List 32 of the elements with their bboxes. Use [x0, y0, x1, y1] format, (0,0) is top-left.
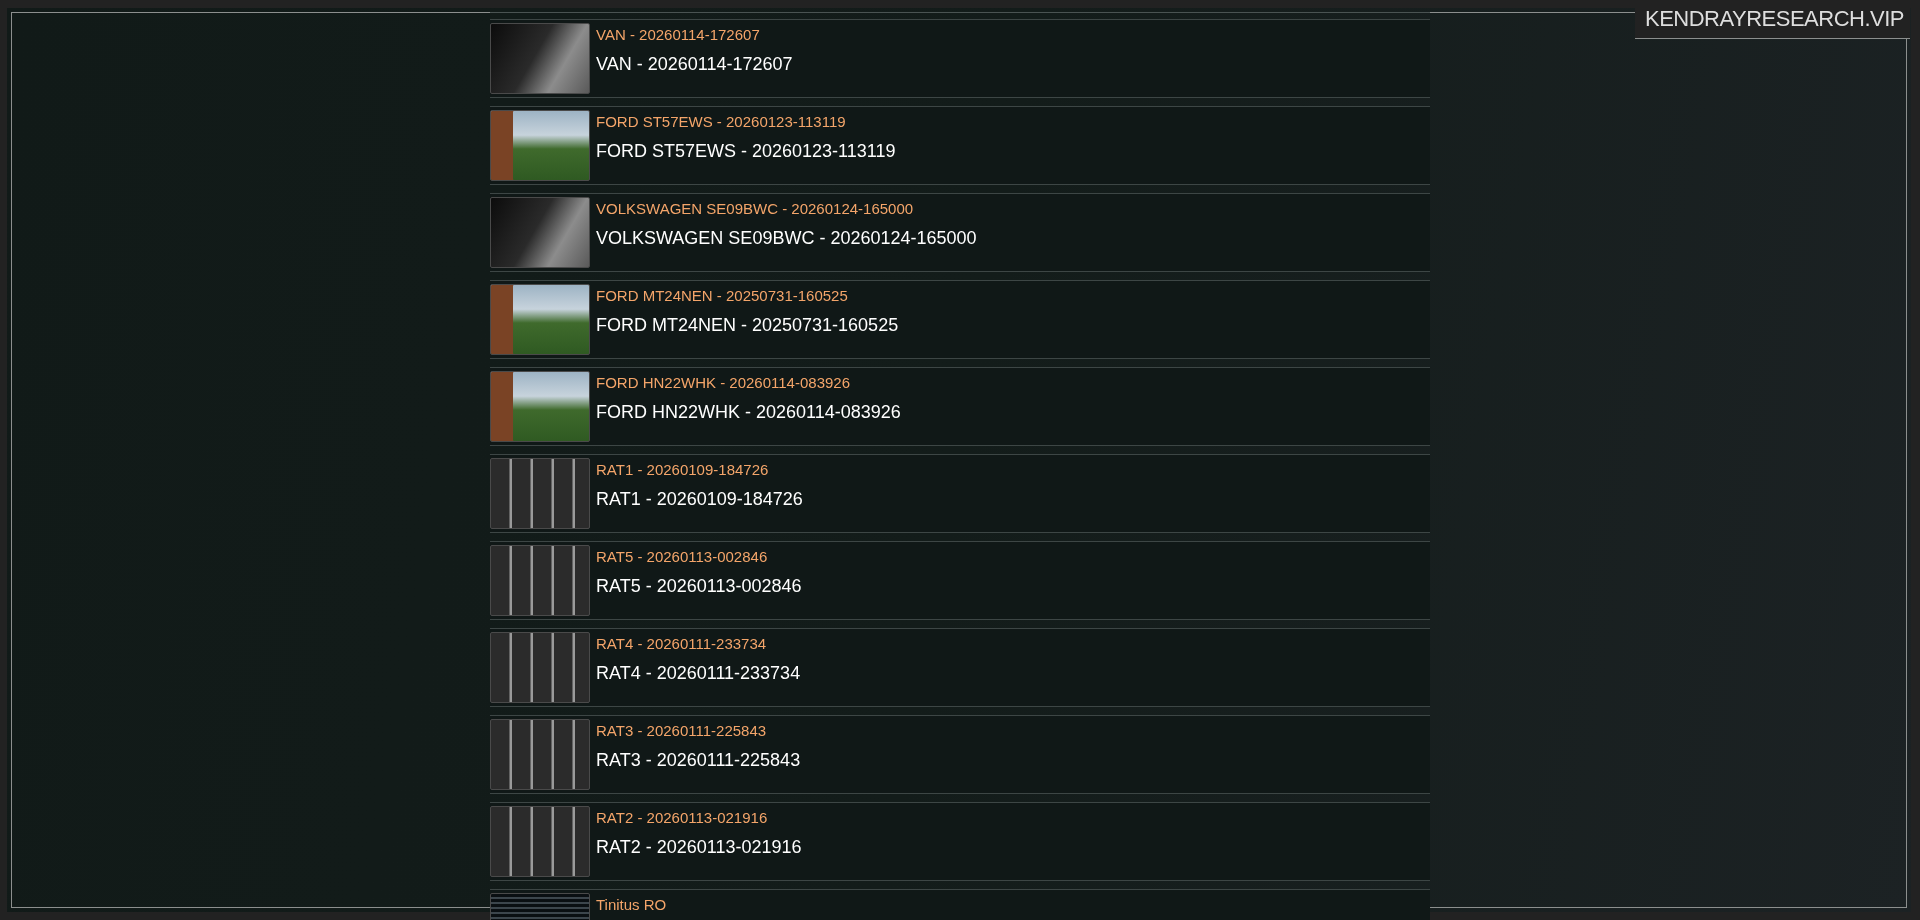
- recording-name: VOLKSWAGEN SE09BWC - 20260124-165000: [596, 228, 977, 248]
- recording-name: FORD HN22WHK - 20260114-083926: [596, 402, 901, 422]
- recording-row[interactable]: RAT1 - 20260109-184726 RAT1 - 20260109-184726: [490, 454, 1430, 533]
- recording-title[interactable]: RAT1 - 20260109-184726: [596, 461, 803, 479]
- recording-name: FORD MT24NEN - 20250731-160525: [596, 315, 899, 335]
- recording-title[interactable]: RAT4 - 20260111-233734: [596, 635, 801, 653]
- recording-name: RAT5 - 20260113-002846: [596, 576, 802, 596]
- recording-row[interactable]: FORD MT24NEN - 20250731-160525 FORD MT24NEN - 20250731-160525: [490, 280, 1430, 359]
- recording-row[interactable]: RAT4 - 20260111-233734 RAT4 - 20260111-233734: [490, 628, 1430, 707]
- recording-name: RAT2 - 20260113-021916: [596, 837, 802, 857]
- recording-row[interactable]: RAT3 - 20260111-225843 RAT3 - 20260111-225843: [490, 715, 1430, 794]
- recording-name: RAT1 - 20260109-184726: [596, 489, 803, 509]
- recording-title[interactable]: FORD HN22WHK - 20260114-083926: [596, 374, 901, 392]
- recording-name: RAT3 - 20260111-225843: [596, 750, 801, 770]
- recording-name: RAT4 - 20260111-233734: [596, 663, 801, 683]
- recording-title[interactable]: RAT5 - 20260113-002846: [596, 548, 802, 566]
- recording-row[interactable]: VOLKSWAGEN SE09BWC - 20260124-165000 VOLKSWAGEN SE09BWC - 20260124-165000: [490, 193, 1430, 272]
- recording-name: VAN - 20260114-172607: [596, 54, 793, 74]
- recording-row[interactable]: Tinitus RO: [490, 889, 1430, 920]
- recording-title[interactable]: FORD ST57EWS - 20260123-113119: [596, 113, 896, 131]
- recording-row[interactable]: RAT5 - 20260113-002846 RAT5 - 20260113-002846: [490, 541, 1430, 620]
- recording-title[interactable]: RAT2 - 20260113-021916: [596, 809, 802, 827]
- recording-title[interactable]: FORD MT24NEN - 20250731-160525: [596, 287, 899, 305]
- recording-title[interactable]: VOLKSWAGEN SE09BWC - 20260124-165000: [596, 200, 977, 218]
- recording-name: FORD ST57EWS - 20260123-113119: [596, 141, 896, 161]
- recording-row[interactable]: VAN - 20260114-172607 VAN - 20260114-172607: [490, 19, 1430, 98]
- recording-title[interactable]: VAN - 20260114-172607: [596, 26, 793, 44]
- recording-title[interactable]: RAT3 - 20260111-225843: [596, 722, 801, 740]
- recording-title[interactable]: Tinitus RO: [596, 896, 667, 914]
- recording-row[interactable]: RAT2 - 20260113-021916 RAT2 - 20260113-021916: [490, 802, 1430, 881]
- recording-row[interactable]: FORD ST57EWS - 20260123-113119 FORD ST57EWS - 20260123-113119: [490, 106, 1430, 185]
- recording-row[interactable]: FORD HN22WHK - 20260114-083926 FORD HN22WHK - 20260114-083926: [490, 367, 1430, 446]
